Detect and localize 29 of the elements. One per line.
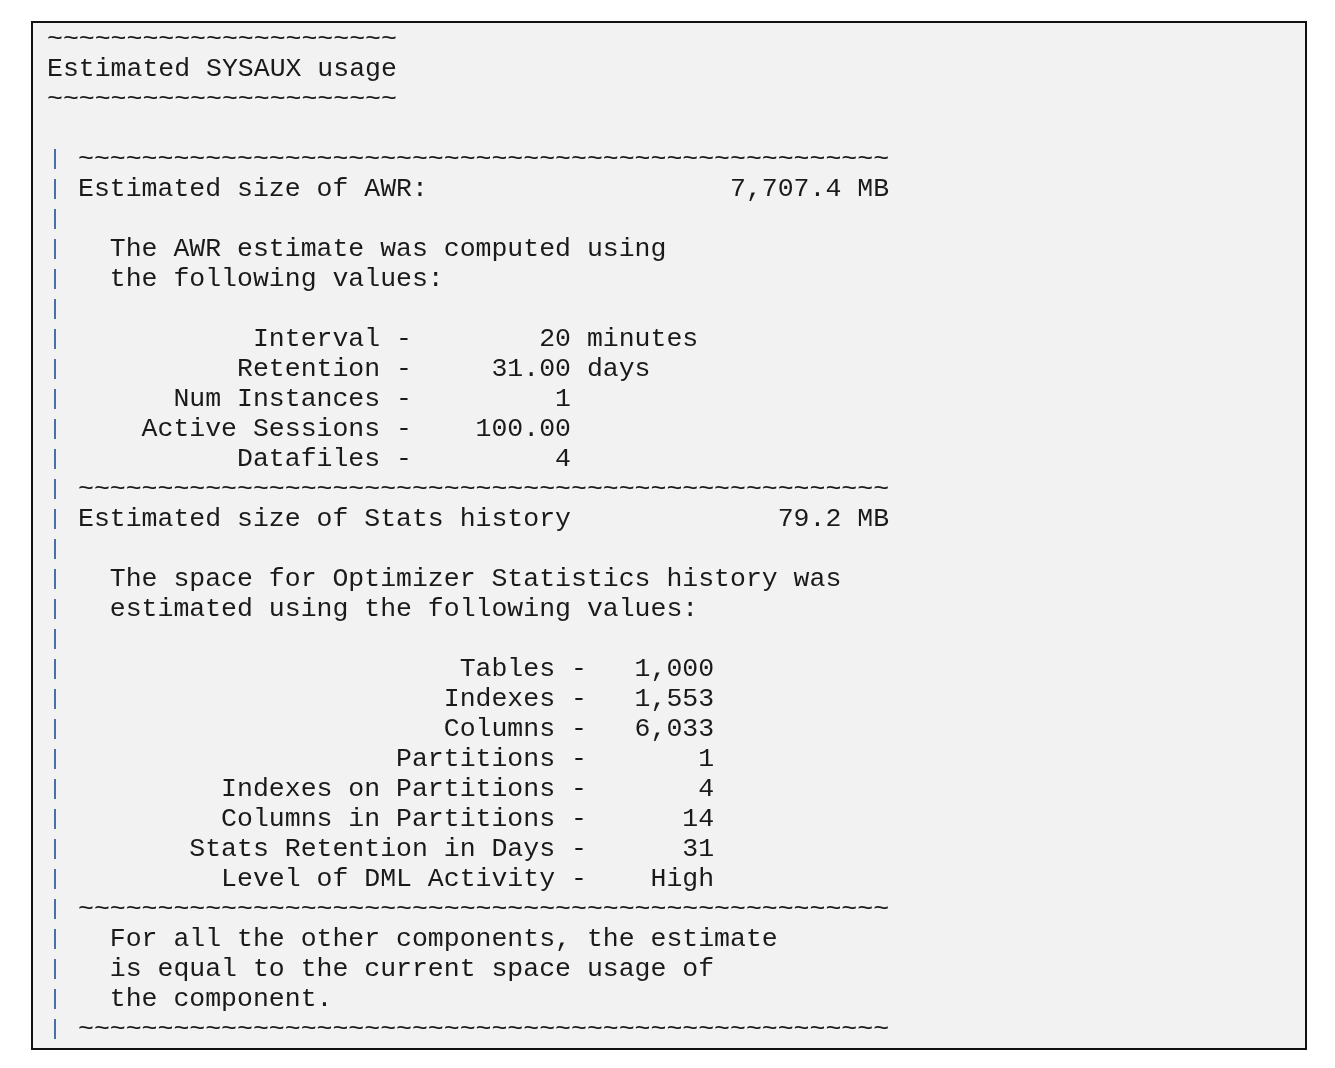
report-line: Partitions - 1 bbox=[395, 744, 715, 774]
report-line: Datafiles - 4 bbox=[236, 444, 571, 474]
report-line: Estimated size of Stats history 79.2 MB bbox=[78, 504, 890, 534]
report-line: For all the other components, the estimate bbox=[108, 924, 778, 954]
report-line: Estimated size of AWR: 7,707.4 MB bbox=[78, 174, 890, 204]
report-line: Retention - 31.00 days bbox=[236, 354, 651, 384]
report-line: ~~~~~~~~~~~~~~~~~~~~~~~~~~~~~~~~~~~~~~~~~~~~~~~~~~~ bbox=[78, 144, 890, 174]
report-line: ~~~~~~~~~~~~~~~~~~~~~~~~~~~~~~~~~~~~~~~~~~~~~~~~~~~ bbox=[78, 894, 890, 924]
report-line: ~~~~~~~~~~~~~~~~~~~~~~~~~~~~~~~~~~~~~~~~~~~~~~~~~~~ bbox=[78, 1014, 890, 1044]
report-line: Active Sessions - 100.00 bbox=[140, 414, 571, 444]
report-line: ~~~~~~~~~~~~~~~~~~~~~~ bbox=[47, 84, 397, 114]
report-line: the following values: bbox=[108, 264, 444, 294]
report-line: ~~~~~~~~~~~~~~~~~~~~~~ bbox=[47, 24, 397, 54]
report-line: Num Instances - 1 bbox=[172, 384, 571, 414]
report-line: The space for Optimizer Statistics history was bbox=[108, 564, 842, 594]
report-line: Indexes on Partitions - 4 bbox=[220, 774, 715, 804]
report-line: Indexes - 1,553 bbox=[442, 684, 715, 714]
report-line: is equal to the current space usage of bbox=[108, 954, 715, 984]
report-line: estimated using the following values: bbox=[108, 594, 699, 624]
report-line: ~~~~~~~~~~~~~~~~~~~~~~~~~~~~~~~~~~~~~~~~~~~~~~~~~~~ bbox=[78, 474, 890, 504]
report-line: Columns in Partitions - 14 bbox=[220, 804, 715, 834]
report-line: The AWR estimate was computed using bbox=[108, 234, 667, 264]
report-line: Stats Retention in Days - 31 bbox=[188, 834, 715, 864]
report-line: Level of DML Activity - High bbox=[220, 864, 715, 894]
report-line: Estimated SYSAUX usage bbox=[47, 54, 397, 84]
report-line: the component. bbox=[108, 984, 333, 1014]
report-line: Tables - 1,000 bbox=[458, 654, 715, 684]
report-line: Interval - 20 minutes bbox=[251, 324, 699, 354]
report-line: Columns - 6,033 bbox=[442, 714, 715, 744]
